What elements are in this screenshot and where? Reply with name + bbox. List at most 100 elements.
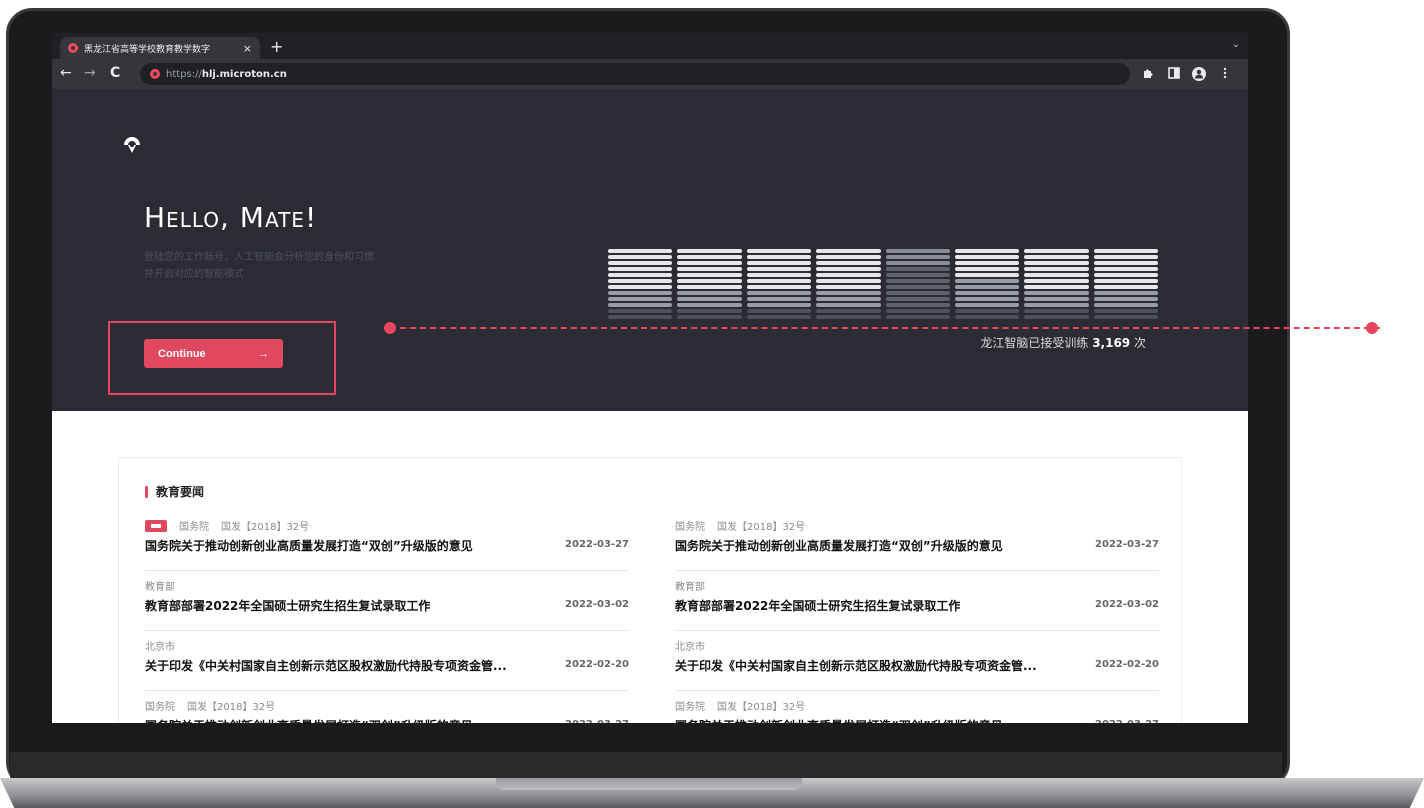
news-source: 教育部 xyxy=(145,582,175,593)
puzzle-icon[interactable] xyxy=(1142,67,1154,79)
bar-segment xyxy=(1024,309,1089,313)
new-tab-icon[interactable]: + xyxy=(270,37,283,56)
bar-segment xyxy=(1024,273,1089,277)
browser-window: 黑龙江省高等学校教育教学数字 × + ⌄ ← → C https://hlj.m… xyxy=(52,33,1248,723)
bar-segment xyxy=(608,309,673,313)
laptop-hinge xyxy=(496,778,802,790)
bar-segment xyxy=(677,249,742,253)
forward-icon[interactable]: → xyxy=(84,66,96,80)
news-title-link[interactable]: 国务院关于推动创新创业高质量发展打造“双创”升级版的意见 xyxy=(145,717,473,723)
bar-segment xyxy=(954,261,1020,265)
bar-segment xyxy=(954,309,1020,313)
bar-segment xyxy=(885,267,950,271)
news-item[interactable]: 国务院 国发【2018】32号国务院关于推动创新创业高质量发展打造“双创”升级版的… xyxy=(675,696,1159,723)
news-panel: 教育要闻 国务院 国发【2018】32号 国务院关于推动创新创业高质量发展打造“双创… xyxy=(118,457,1182,723)
bar-segment xyxy=(1024,267,1089,271)
bar-segment xyxy=(885,273,950,277)
news-meta: 北京市 xyxy=(675,638,705,653)
bar-segment xyxy=(1093,261,1158,265)
bar-segment xyxy=(608,303,673,307)
bar-segment xyxy=(816,279,881,283)
bar-segment xyxy=(677,291,742,295)
bar-segment xyxy=(1093,303,1158,307)
callout-dot-end xyxy=(1366,322,1378,334)
news-section: 教育要闻 国务院 国发【2018】32号 国务院关于推动创新创业高质量发展打造“双创… xyxy=(52,411,1248,723)
bar-column xyxy=(1024,249,1089,327)
news-doc-number: 国发【2018】32号 xyxy=(221,522,310,533)
site-favicon-icon xyxy=(68,43,78,53)
continue-button[interactable]: Continue → xyxy=(144,339,283,368)
sidepanel-icon[interactable] xyxy=(1168,67,1180,79)
bar-segment xyxy=(746,309,812,313)
news-title-link[interactable]: 国务院关于推动创新创业高质量发展打造“双创”升级版的意见 xyxy=(145,537,473,554)
bar-segment xyxy=(885,291,950,295)
news-title-link[interactable]: 教育部部署2022年全国硕士研究生招生复试录取工作 xyxy=(675,597,960,614)
bar-segment xyxy=(746,273,812,277)
news-title-link[interactable]: 国务院关于推动创新创业高质量发展打造“双创”升级版的意见 xyxy=(675,537,1003,554)
bar-segment xyxy=(954,315,1020,319)
bar-segment xyxy=(816,285,881,289)
bar-column xyxy=(885,249,950,327)
bar-segment xyxy=(954,285,1020,289)
browser-toolbar: ← → C https://hlj.microton.cn xyxy=(52,59,1248,89)
news-title-link[interactable]: 关于印发《中关村国家自主创新示范区股权激励代持股专项资金管... xyxy=(675,657,1037,674)
bar-segment xyxy=(1093,255,1158,259)
bar-segment xyxy=(677,285,742,289)
news-item[interactable]: 北京市关于印发《中关村国家自主创新示范区股权激励代持股专项资金管... 2022-… xyxy=(145,636,629,691)
reload-icon[interactable]: C xyxy=(110,66,120,80)
news-date: 2022-03-27 xyxy=(1095,539,1159,550)
news-meta: 教育部 xyxy=(675,578,705,593)
address-bar[interactable]: https://hlj.microton.cn xyxy=(140,63,1130,85)
bar-segment xyxy=(816,303,881,307)
back-icon[interactable]: ← xyxy=(60,66,72,80)
news-item[interactable]: 北京市关于印发《中关村国家自主创新示范区股权激励代持股专项资金管... 2022-… xyxy=(675,636,1159,691)
bar-segment xyxy=(677,279,742,283)
bar-segment xyxy=(608,315,673,319)
news-item[interactable]: 国务院 国发【2018】32号国务院关于推动创新创业高质量发展打造“双创”升级版的… xyxy=(675,516,1159,571)
news-meta: 国务院 国发【2018】32号 xyxy=(675,698,805,713)
bar-segment xyxy=(608,297,673,301)
bar-segment xyxy=(885,297,950,301)
browser-tab[interactable]: 黑龙江省高等学校教育教学数字 × xyxy=(60,37,260,59)
news-source: 教育部 xyxy=(675,582,705,593)
bar-segment xyxy=(1093,273,1158,277)
news-item[interactable]: 国务院 国发【2018】32号国务院关于推动创新创业高质量发展打造“双创”升级版的… xyxy=(145,516,629,571)
tab-bar: 黑龙江省高等学校教育教学数字 × + ⌄ xyxy=(52,33,1248,59)
bar-column xyxy=(816,249,881,327)
callout-dot-start xyxy=(384,322,396,334)
bar-segment xyxy=(954,273,1020,277)
bar-segment xyxy=(954,279,1020,283)
news-date: 2022-02-20 xyxy=(565,659,629,670)
bar-segment xyxy=(746,291,812,295)
news-doc-number: 国发【2018】32号 xyxy=(717,702,806,713)
bar-segment xyxy=(1093,279,1158,283)
news-date: 2022-02-20 xyxy=(1095,659,1159,670)
bar-segment xyxy=(954,249,1020,253)
tab-search-icon[interactable]: ⌄ xyxy=(1232,39,1240,50)
bar-segment xyxy=(816,255,881,259)
brand-logo-icon xyxy=(124,137,140,153)
bar-segment xyxy=(746,261,812,265)
close-tab-icon[interactable]: × xyxy=(243,42,252,55)
bar-segment xyxy=(608,285,673,289)
news-date: 2022-03-02 xyxy=(1095,599,1159,610)
training-counter: 龙江智脑已接受训练 3,169 次 xyxy=(980,336,1146,350)
callout-line xyxy=(390,327,1380,329)
news-meta: 国务院 国发【2018】32号 xyxy=(145,698,275,713)
bar-segment xyxy=(885,279,950,283)
bar-column xyxy=(677,249,742,327)
news-title-link[interactable]: 国务院关于推动创新创业高质量发展打造“双创”升级版的意见 xyxy=(675,717,1003,723)
news-item[interactable]: 教育部 教育部部署2022年全国硕士研究生招生复试录取工作 2022-03-02 xyxy=(145,576,629,631)
news-item[interactable]: 教育部教育部部署2022年全国硕士研究生招生复试录取工作 2022-03-02 xyxy=(675,576,1159,631)
bar-column xyxy=(746,249,812,327)
news-date: 2022-03-27 xyxy=(565,719,629,723)
news-title-link[interactable]: 教育部部署2022年全国硕士研究生招生复试录取工作 xyxy=(145,597,430,614)
news-meta: 北京市 xyxy=(145,638,175,653)
bar-segment xyxy=(954,255,1020,259)
news-item[interactable]: 国务院 国发【2018】32号国务院关于推动创新创业高质量发展打造“双创”升级版的… xyxy=(145,696,629,723)
profile-icon[interactable] xyxy=(1192,67,1206,81)
news-title-link[interactable]: 关于印发《中关村国家自主创新示范区股权激励代持股专项资金管... xyxy=(145,657,507,674)
menu-icon[interactable] xyxy=(1222,67,1228,79)
news-source: 国务院 xyxy=(675,702,705,713)
news-column-right: 国务院 国发【2018】32号 国务院关于推动创新创业高质量发展打造“双创”升级版的… xyxy=(675,516,1159,723)
